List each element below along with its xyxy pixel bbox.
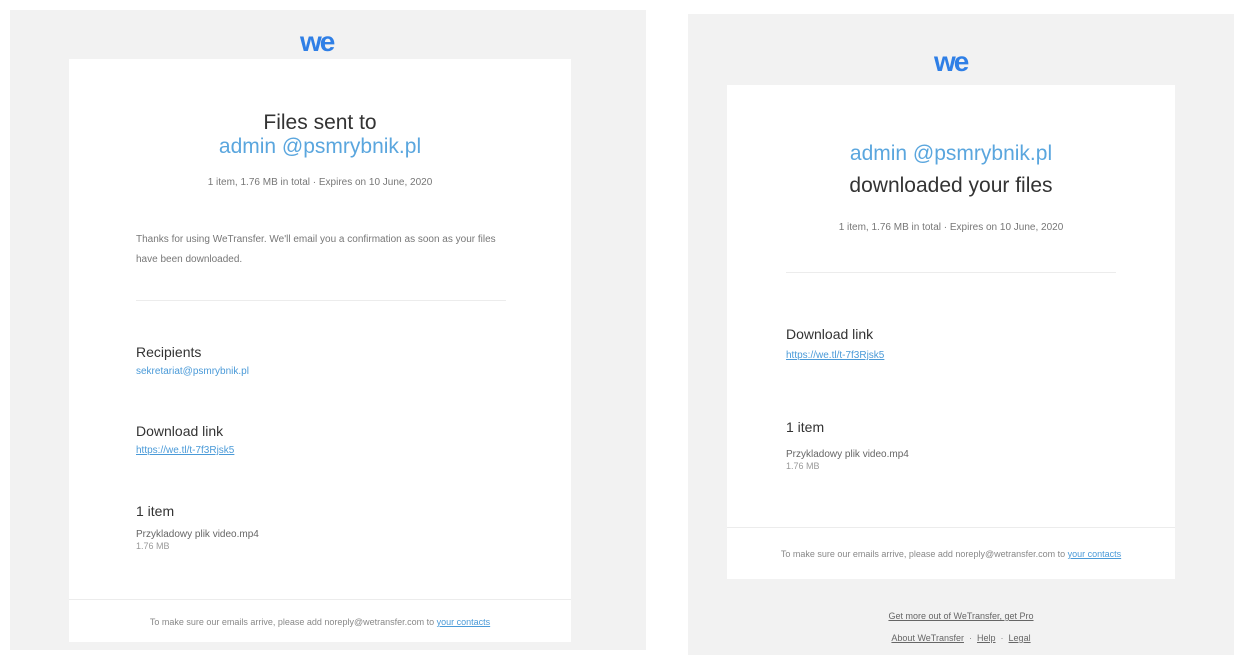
recipient-address[interactable]: sekretariat@psmrybnik.pl: [136, 366, 249, 377]
divider: [136, 300, 506, 301]
downloaded-email-panel: we admin @psmrybnik.pl downloaded your f…: [688, 14, 1234, 655]
file-name: Przykladowy plik video.mp4: [786, 449, 909, 460]
transfer-meta: 1 item, 1.76 MB in total · Expires on 10…: [838, 222, 1064, 233]
separator: ·: [968, 633, 972, 643]
your-contacts-link[interactable]: your contacts: [437, 617, 491, 627]
file-name: Przykladowy plik video.mp4: [136, 529, 259, 540]
about-link[interactable]: About WeTransfer: [891, 633, 964, 643]
downloader-email-heading: admin @psmrybnik.pl: [849, 142, 1053, 165]
footer-text: To make sure our emails arrive, please a…: [780, 549, 1066, 559]
confirmation-message: Thanks for using WeTransfer. We'll email…: [136, 234, 496, 265]
wetransfer-logo: we: [300, 26, 335, 57]
your-contacts-link[interactable]: your contacts: [1068, 549, 1122, 559]
download-link[interactable]: https://we.tl/t-7f3Rjsk5: [136, 445, 234, 456]
file-size: 1.76 MB: [786, 461, 820, 471]
separator: ·: [1000, 633, 1004, 643]
footer-text: To make sure our emails arrive, please a…: [149, 617, 435, 627]
email-card: Files sent to admin @psmrybnik.pl 1 item…: [69, 59, 571, 642]
file-size: 1.76 MB: [136, 541, 170, 551]
footer-links: About WeTransfer · Help · Legal: [688, 633, 1234, 643]
get-pro-row: Get more out of WeTransfer, get Pro: [688, 611, 1234, 621]
get-pro-link[interactable]: Get more out of WeTransfer, get Pro: [888, 611, 1033, 621]
recipient-email-heading: admin @psmrybnik.pl: [218, 135, 422, 158]
footer-note: To make sure our emails arrive, please a…: [69, 617, 571, 627]
divider: [786, 272, 1116, 273]
transfer-meta: 1 item, 1.76 MB in total · Expires on 10…: [207, 177, 433, 188]
recipients-heading: Recipients: [136, 344, 202, 360]
download-link-heading: Download link: [786, 326, 874, 342]
email-title: downloaded your files: [849, 174, 1053, 197]
email-card: admin @psmrybnik.pl downloaded your file…: [727, 85, 1175, 579]
download-link-heading: Download link: [136, 423, 224, 439]
footer-divider: [69, 599, 571, 600]
items-heading: 1 item: [786, 419, 825, 435]
legal-link[interactable]: Legal: [1009, 633, 1031, 643]
footer-note: To make sure our emails arrive, please a…: [727, 549, 1175, 559]
wetransfer-logo: we: [934, 46, 969, 77]
help-link[interactable]: Help: [977, 633, 996, 643]
email-title: Files sent to: [263, 111, 377, 134]
sent-email-panel: we Files sent to admin @psmrybnik.pl 1 i…: [10, 10, 646, 650]
footer-divider: [727, 527, 1175, 528]
download-link[interactable]: https://we.tl/t-7f3Rjsk5: [786, 350, 884, 361]
items-heading: 1 item: [136, 503, 175, 519]
